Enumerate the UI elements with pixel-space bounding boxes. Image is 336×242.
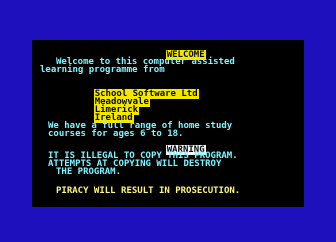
piracy-line: PIRACY WILL RESULT IN PROSECUTION. (56, 186, 241, 196)
range-line-2: courses for ages 6 to 18. (48, 129, 184, 139)
intro-line-2: learning programme from (40, 65, 165, 75)
game-screen: WELCOME Welcome to this computer assiste… (32, 40, 304, 207)
warning-line-3: THE PROGRAM. (56, 167, 122, 177)
